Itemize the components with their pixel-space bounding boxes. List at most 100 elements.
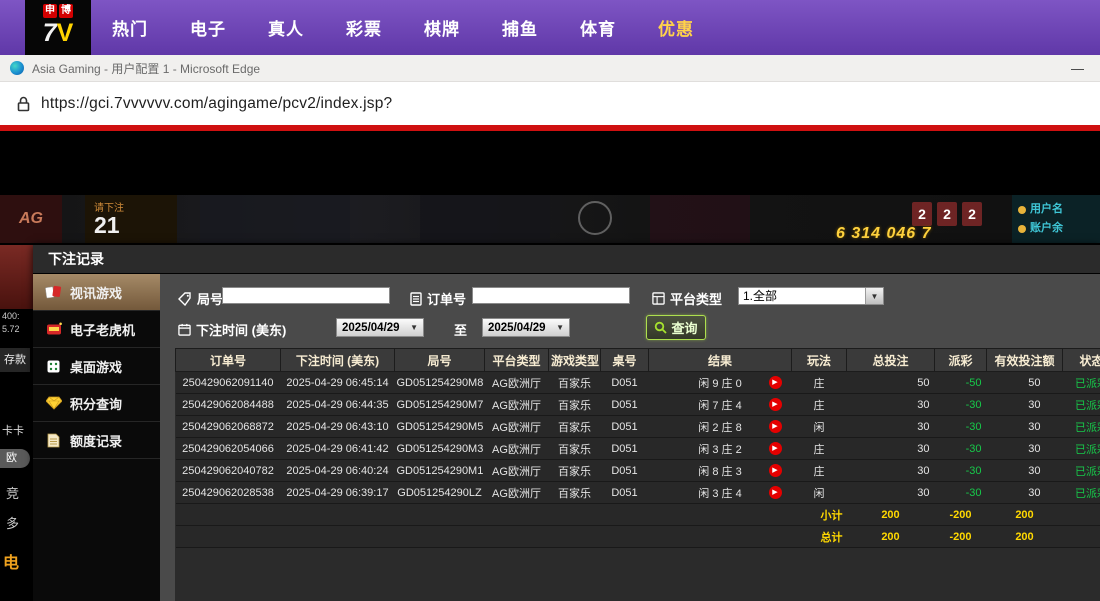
sidebar-item-table-games[interactable]: 桌面游戏 [33, 348, 160, 385]
cards-icon [45, 284, 62, 300]
coin-icon [1018, 225, 1026, 233]
cell-totalbet: 50 [847, 372, 935, 394]
cell-status: 已派彩 [1063, 460, 1100, 482]
col-betside: 玩法 [792, 349, 847, 372]
cell-round: GD051254290LZ [395, 482, 485, 504]
table-row: 250429062040782 2025-04-29 06:40:24 GD05… [176, 460, 1100, 482]
cell-order: 250429062068872 [176, 416, 281, 438]
sidebar-item-video-games[interactable]: 视讯游戏 [33, 274, 160, 311]
total-totalbet: 200 [847, 526, 935, 548]
search-button[interactable]: 查询 [646, 315, 706, 340]
cell-time: 2025-04-29 06:40:24 [281, 460, 395, 482]
cell-betside: 闲 [792, 482, 847, 504]
slot-machine-icon [45, 322, 62, 336]
date-to-picker[interactable]: 2025/04/29 ▼ [482, 318, 570, 337]
cell-result: 闲 3 庄 4▶ [649, 482, 792, 504]
col-payout: 派彩 [935, 349, 987, 372]
cell-order: 250429062091140 [176, 372, 281, 394]
sidebar-item-slot-machines[interactable]: 电子老虎机 [33, 311, 160, 348]
nav-item-hot[interactable]: 热门 [112, 15, 148, 40]
logo-char-1: 申 [43, 4, 57, 18]
site-logo[interactable]: 申 博 7V [25, 0, 91, 55]
date-from-picker[interactable]: 2025/04/29 ▼ [336, 318, 424, 337]
cell-payout: -30 [935, 394, 987, 416]
platform-type-select[interactable]: 1.全部 ▼ [738, 287, 884, 305]
cell-validbet: 30 [987, 482, 1063, 504]
cell-totalbet: 30 [847, 416, 935, 438]
table-row: 250429062068872 2025-04-29 06:43:10 GD05… [176, 416, 1100, 438]
subtotal-totalbet: 200 [847, 504, 935, 526]
casino-banner-band: AG 请下注 21 2 2 2 6 314 046 7 用户名 账户余 [0, 195, 1100, 243]
left-menu-card[interactable]: 卡卡 [2, 422, 24, 438]
col-table: 桌号 [601, 349, 649, 372]
replay-play-icon[interactable]: ▶ [769, 464, 782, 477]
col-time: 下注时间 (美东) [281, 349, 395, 372]
date-to-value: 2025/04/29 [488, 322, 546, 334]
user-info-fragment: 用户名 账户余 [1012, 195, 1100, 243]
nav-item-fishing[interactable]: 捕鱼 [502, 15, 538, 40]
chevron-down-icon: ▼ [556, 323, 564, 332]
left-menu-pill[interactable]: 欧 [0, 449, 30, 468]
round-no-input[interactable] [222, 287, 390, 304]
records-table-area: 订单号 下注时间 (美东) 局号 平台类型 游戏类型 桌号 结果 玩法 总投注 … [175, 348, 1100, 601]
replay-play-icon[interactable]: ▶ [769, 486, 782, 499]
window-titlebar: Asia Gaming - 用户配置 1 - Microsoft Edge — [0, 55, 1100, 82]
col-status: 状态 [1063, 349, 1100, 372]
subtotal-empty [1063, 504, 1100, 526]
cell-table: D051 [601, 372, 649, 394]
replay-play-icon[interactable]: ▶ [769, 442, 782, 455]
nav-item-slots[interactable]: 电子 [190, 15, 226, 40]
cell-status: 已派彩 [1063, 438, 1100, 460]
address-url[interactable]: https://gci.7vvvvvv.com/agingame/pcv2/in… [41, 95, 392, 113]
cell-game: 百家乐 [549, 460, 601, 482]
sidebar-item-credit-records[interactable]: 额度记录 [33, 422, 160, 459]
cell-time: 2025-04-29 06:45:14 [281, 372, 395, 394]
nav-item-sports[interactable]: 体育 [580, 15, 616, 40]
subtotal-label: 小计 [176, 504, 847, 526]
bet-records-modal: 下注记录 视讯游戏 电子老虎机 [33, 245, 1100, 601]
order-icon [410, 292, 422, 306]
replay-play-icon[interactable]: ▶ [769, 398, 782, 411]
subtotal-payout: -200 [935, 504, 987, 526]
platform-type-label: 平台类型 [652, 289, 722, 308]
address-bar: https://gci.7vvvvvv.com/agingame/pcv2/in… [0, 82, 1100, 125]
jackpot-counter: 6 314 046 7 [836, 225, 932, 243]
table-row: 250429062091140 2025-04-29 06:45:14 GD05… [176, 372, 1100, 394]
table-row: 250429062084488 2025-04-29 06:44:35 GD05… [176, 394, 1100, 416]
cell-validbet: 30 [987, 460, 1063, 482]
left-menu-item[interactable]: 电 [3, 549, 19, 573]
cell-time: 2025-04-29 06:39:17 [281, 482, 395, 504]
date-range-to-label: 至 [454, 320, 467, 339]
total-validbet: 200 [987, 526, 1063, 548]
cell-order: 250429062084488 [176, 394, 281, 416]
left-menu-item[interactable]: 竞 [6, 483, 19, 502]
sidebar-item-label: 积分查询 [70, 394, 122, 413]
chevron-down-icon[interactable]: ▼ [865, 288, 883, 304]
table-header-row: 订单号 下注时间 (美东) 局号 平台类型 游戏类型 桌号 结果 玩法 总投注 … [176, 349, 1100, 372]
total-label: 总计 [176, 526, 847, 548]
cell-time: 2025-04-29 06:43:10 [281, 416, 395, 438]
cell-round: GD051254290M1 [395, 460, 485, 482]
cell-platform: AG欧洲厅 [485, 438, 549, 460]
cell-status: 已派彩 [1063, 416, 1100, 438]
nav-item-boardgames[interactable]: 棋牌 [424, 15, 460, 40]
total-empty [1063, 526, 1100, 548]
cell-betside: 庄 [792, 394, 847, 416]
sidebar-item-points-query[interactable]: 积分查询 [33, 385, 160, 422]
banner-dim-block [200, 195, 350, 243]
window-title: Asia Gaming - 用户配置 1 - Microsoft Edge [32, 60, 260, 77]
nav-item-lottery[interactable]: 彩票 [346, 15, 382, 40]
left-menu-deposit[interactable]: 存款 [0, 348, 30, 372]
subtotal-validbet: 200 [987, 504, 1063, 526]
left-menu-item[interactable]: 多 [6, 513, 19, 532]
replay-play-icon[interactable]: ▶ [769, 376, 782, 389]
replay-play-icon[interactable]: ▶ [769, 420, 782, 433]
minimize-button[interactable]: — [1065, 61, 1090, 76]
edge-icon [10, 61, 24, 75]
search-icon [654, 321, 667, 334]
cell-platform: AG欧洲厅 [485, 372, 549, 394]
nav-item-promotions[interactable]: 优惠 [658, 15, 694, 40]
order-no-input[interactable] [472, 287, 630, 304]
cell-betside: 庄 [792, 372, 847, 394]
nav-item-live[interactable]: 真人 [268, 15, 304, 40]
